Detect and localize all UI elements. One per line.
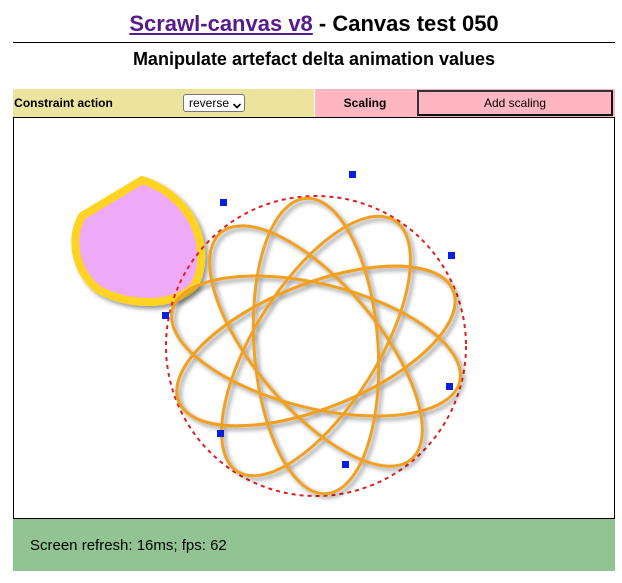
- constraint-action-value: reverse: [188, 96, 229, 110]
- page-subtitle: Manipulate artefact delta animation valu…: [132, 49, 496, 69]
- constraint-action-cell: reverse: [114, 89, 314, 117]
- scrawl-canvas-link[interactable]: Scrawl-canvas v8: [129, 11, 312, 36]
- screen-refresh-text: Screen refresh: 16ms; fps: 62: [30, 536, 227, 554]
- pin-handle[interactable]: [162, 312, 169, 319]
- pin-handle[interactable]: [217, 430, 224, 437]
- pin-handle[interactable]: [446, 383, 453, 390]
- constraint-action-label: Constraint action: [13, 89, 114, 117]
- pin-handle[interactable]: [448, 252, 455, 259]
- demo-canvas[interactable]: [13, 117, 615, 519]
- title-divider: [13, 42, 615, 43]
- dashed-circle: [165, 195, 467, 497]
- loop-ellipse: [251, 196, 381, 496]
- pink-blob-shape[interactable]: [71, 176, 206, 306]
- canvas-drawing: [71, 171, 467, 497]
- loop-curves: [170, 196, 462, 496]
- scaling-label: Scaling: [314, 89, 415, 117]
- pin-handle[interactable]: [342, 461, 349, 468]
- add-scaling-cell: Add scaling: [415, 89, 615, 117]
- constraint-action-select[interactable]: reverse: [182, 94, 245, 112]
- page-title: Scrawl-canvas v8 - Canvas test 050: [0, 10, 622, 38]
- chevron-down-icon: [233, 99, 241, 109]
- loop-ellipse: [220, 214, 412, 478]
- page-title-suffix: - Canvas test 050: [312, 11, 499, 36]
- add-scaling-button[interactable]: Add scaling: [417, 90, 613, 116]
- pin-handle[interactable]: [349, 171, 356, 178]
- status-bar: Screen refresh: 16ms; fps: 62: [13, 519, 615, 571]
- pin-handle[interactable]: [220, 199, 227, 206]
- controls-row: Constraint action reverse Scaling Add sc…: [13, 89, 615, 117]
- loop-ellipse: [208, 224, 424, 468]
